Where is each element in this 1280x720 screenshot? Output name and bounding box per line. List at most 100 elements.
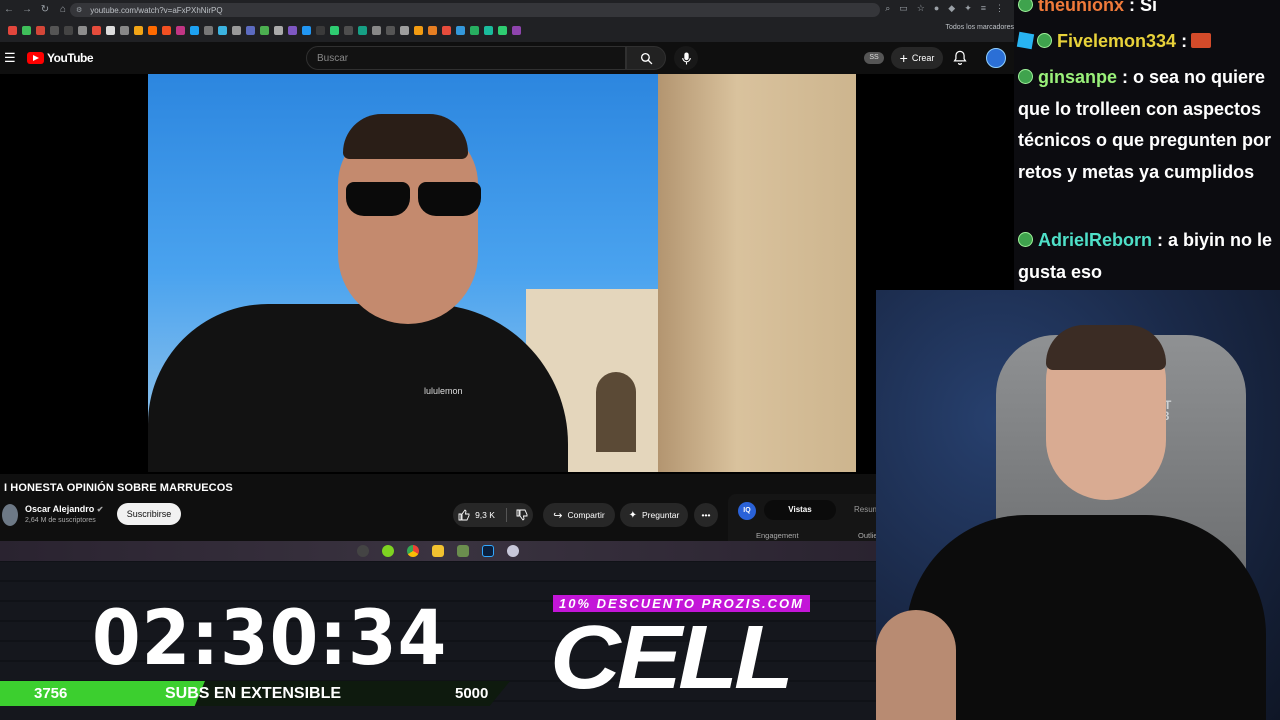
bookmark-icon[interactable] — [456, 25, 465, 35]
video-player[interactable]: lululemon — [148, 74, 856, 472]
subathon-timer: 02:30:34 — [92, 593, 448, 682]
app-icon[interactable] — [507, 545, 519, 557]
chat-username[interactable]: theunionx — [1038, 0, 1124, 15]
video-frame-minaret — [658, 74, 856, 472]
channel-avatar[interactable] — [2, 504, 18, 526]
youtube-logo-text: YouTube — [47, 51, 94, 65]
subscribe-button[interactable]: Suscribirse — [117, 503, 181, 525]
bookmark-icon[interactable] — [162, 25, 171, 35]
channel-name[interactable]: Oscar Alejandro ✔ — [25, 504, 103, 514]
menu-icon[interactable]: ⋮ — [995, 3, 1004, 14]
bookmark-icon[interactable] — [92, 25, 101, 35]
menu-icon[interactable]: ☰ — [4, 50, 16, 66]
bookmark-icon[interactable] — [442, 25, 451, 35]
chat-panel: theunionx : Sí Fivelemon334 : ginsanpe :… — [1014, 0, 1280, 290]
chat-username[interactable]: ginsanpe — [1038, 67, 1117, 87]
bookmark-icon[interactable] — [8, 25, 17, 35]
bookmark-icon[interactable] — [498, 25, 507, 35]
search-input[interactable]: Buscar — [306, 46, 626, 70]
bookmark-icon[interactable] — [414, 25, 423, 35]
site-info-icon[interactable]: ⚙ — [76, 6, 82, 14]
all-bookmarks-folder[interactable]: Todos los marcadores — [946, 24, 1014, 31]
notifications-bell-icon[interactable] — [953, 50, 967, 65]
bookmark-icon[interactable] — [106, 25, 115, 35]
app-icon[interactable] — [382, 545, 394, 557]
bookmark-icon[interactable] — [148, 25, 157, 35]
bookmark-icon[interactable] — [260, 25, 269, 35]
tiktok-icon[interactable] — [64, 25, 73, 35]
forward-icon[interactable]: → — [18, 4, 36, 15]
chat-message: theunionx : Sí — [1018, 0, 1280, 22]
ask-button[interactable]: ✦ Preguntar — [620, 503, 688, 527]
bookmark-icon[interactable] — [316, 25, 325, 35]
account-avatar[interactable] — [986, 48, 1006, 68]
bookmark-icon[interactable] — [274, 25, 283, 35]
bookmark-icon[interactable] — [372, 25, 381, 35]
search-icon — [640, 52, 652, 64]
search-button[interactable] — [626, 46, 666, 70]
puzzle-icon[interactable]: ✦ — [964, 3, 972, 14]
gmail-icon[interactable] — [36, 25, 45, 35]
media-icon[interactable]: ≡ — [981, 3, 986, 14]
back-icon[interactable]: ← — [0, 4, 18, 15]
more-actions-button[interactable]: ••• — [694, 503, 718, 527]
bookmark-icon[interactable] — [428, 25, 437, 35]
subscriber-badge-icon — [1018, 69, 1033, 84]
bookmark-icon[interactable] — [302, 25, 311, 35]
share-button[interactable]: ↪ Compartir — [543, 503, 615, 527]
video-frame-lens — [417, 182, 481, 216]
bookmark-icon[interactable] — [134, 25, 143, 35]
share-icon: ↪ — [553, 509, 563, 522]
x-icon[interactable] — [50, 25, 59, 35]
extension-icon[interactable]: ● — [934, 3, 939, 14]
reload-icon[interactable]: ↻ — [36, 4, 54, 15]
create-button[interactable]: + Crear — [891, 47, 943, 69]
engagement-label: Engagement — [756, 531, 799, 540]
thumbs-down-icon[interactable] — [516, 509, 528, 521]
install-icon[interactable]: ▭ — [899, 3, 908, 14]
zoom-icon[interactable]: ⌕ — [885, 3, 890, 14]
iq-badge[interactable]: IQ — [738, 502, 756, 520]
address-bar[interactable]: ⚙ youtube.com/watch?v=aFxPXhNirPQ — [70, 3, 880, 17]
youtube-logo[interactable]: YouTube — [27, 51, 94, 65]
bookmark-icon[interactable] — [204, 25, 213, 35]
extension-icon[interactable]: ◆ — [948, 3, 955, 14]
bookmark-icon[interactable] — [22, 25, 31, 35]
sponsor-logo-text: CELL — [550, 605, 794, 708]
file-explorer-icon[interactable] — [432, 545, 444, 557]
like-button[interactable]: 9,3 K — [453, 503, 533, 527]
bookmark-icon[interactable] — [358, 25, 367, 35]
bookmark-icon[interactable] — [330, 25, 339, 35]
bookmark-icon[interactable] — [386, 25, 395, 35]
bookmark-icon[interactable] — [232, 25, 241, 35]
bookmark-icon[interactable] — [120, 25, 129, 35]
instagram-icon[interactable] — [176, 25, 185, 35]
chat-username[interactable]: AdrielReborn — [1038, 230, 1152, 250]
video-frame-shirt-text: lululemon — [424, 386, 463, 396]
minecraft-icon[interactable] — [457, 545, 469, 557]
tab-vistas[interactable]: Vistas — [764, 500, 836, 520]
bookmark-icon[interactable] — [512, 25, 521, 35]
bookmark-icon[interactable] — [218, 25, 227, 35]
bookmark-star-icon[interactable]: ☆ — [917, 3, 925, 14]
chat-username[interactable]: Fivelemon334 — [1057, 31, 1176, 51]
bookmark-icon[interactable] — [288, 25, 297, 35]
bookmark-icon[interactable] — [344, 25, 353, 35]
bookmark-icon[interactable] — [78, 25, 87, 35]
bookmark-icon[interactable] — [400, 25, 409, 35]
bookmark-icon[interactable] — [246, 25, 255, 35]
bookmark-icon[interactable] — [484, 25, 493, 35]
photoshop-icon[interactable] — [482, 545, 494, 557]
bookmark-icon[interactable] — [470, 25, 479, 35]
bookmark-icon[interactable] — [190, 25, 199, 35]
youtube-header: ☰ YouTube Buscar SS + Crear — [0, 42, 1014, 74]
subs-goal: 5000 — [455, 685, 489, 702]
subscriber-badge-icon — [1018, 0, 1033, 12]
chrome-icon[interactable] — [407, 545, 419, 557]
channel-subscriber-count: 2,64 M de suscriptores — [25, 517, 96, 524]
extension-badge[interactable]: SS — [864, 52, 884, 64]
emote-icon — [1191, 33, 1212, 48]
browser-chrome: ← → ↻ ⌂ ⚙ youtube.com/watch?v=aFxPXhNirP… — [0, 0, 1014, 42]
obs-icon[interactable] — [357, 545, 369, 557]
voice-search-button[interactable] — [674, 46, 698, 70]
